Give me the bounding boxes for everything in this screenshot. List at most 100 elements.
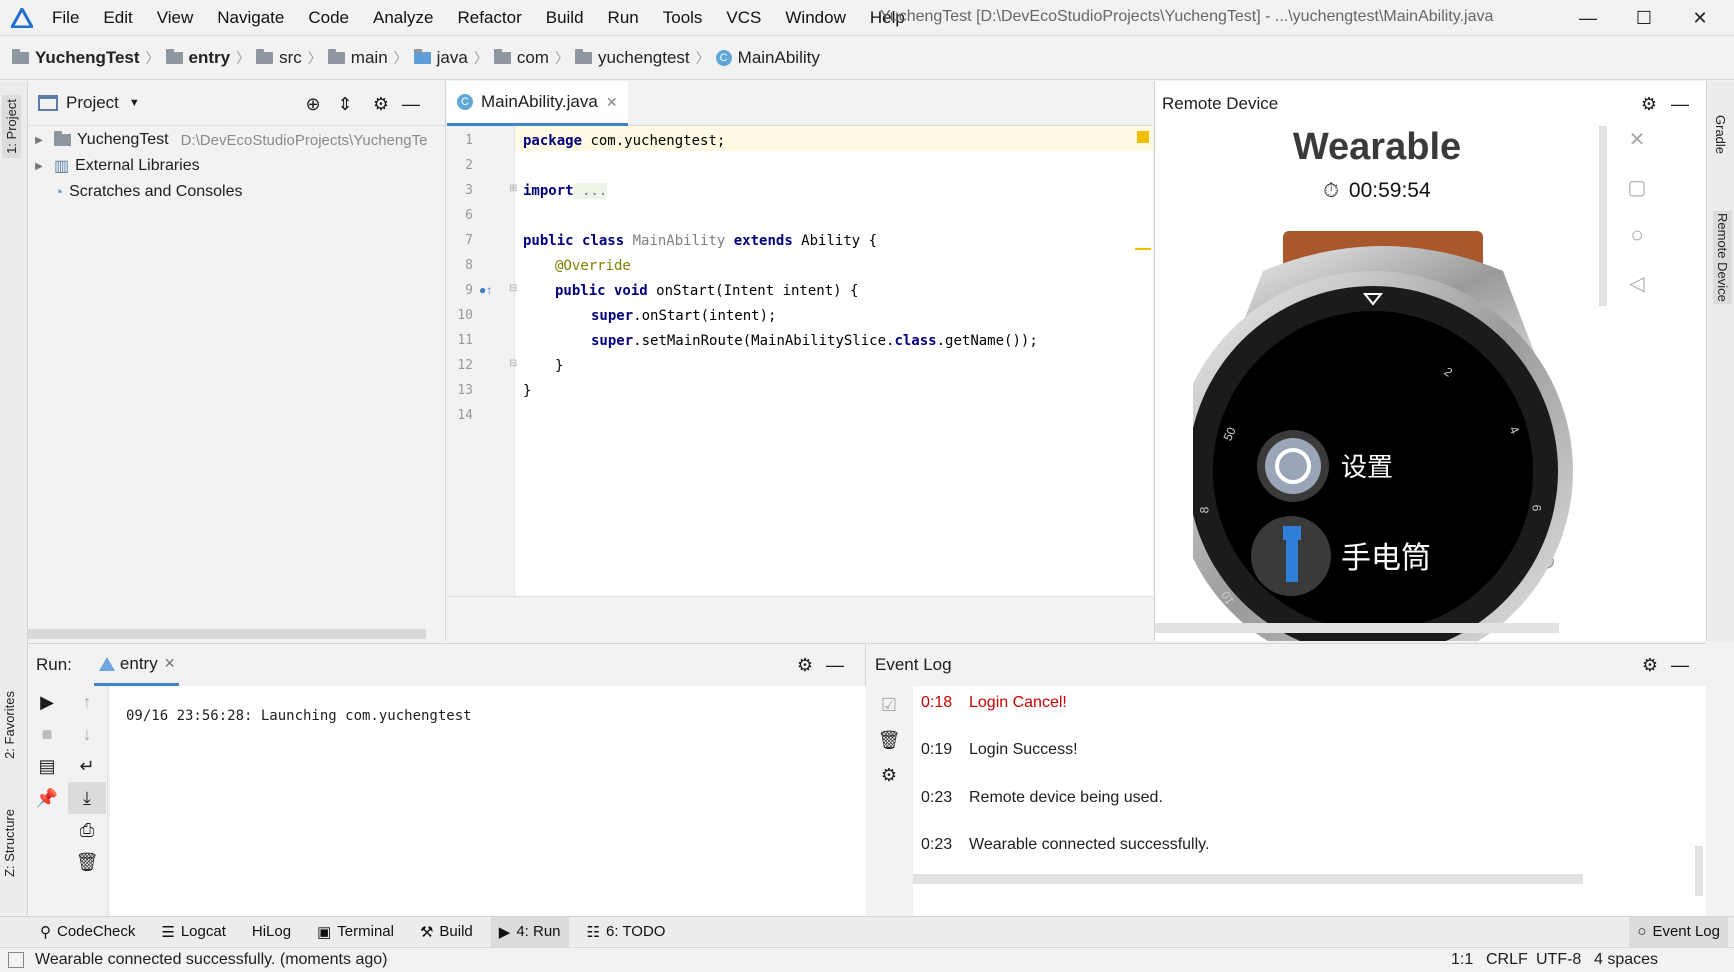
watch-emulator[interactable]: 设置 手电筒 2 4 6 50 8 10 (1193, 231, 1573, 641)
settings-icon[interactable]: ⚙ (1638, 93, 1660, 115)
caret-position[interactable]: 1:1 (1451, 951, 1473, 969)
menu-tools[interactable]: Tools (663, 8, 703, 28)
warning-stripe[interactable] (1135, 248, 1151, 250)
close-window-icon[interactable]: ✕ (1672, 0, 1728, 36)
run-tab-entry[interactable]: entry ✕ (93, 644, 180, 686)
log-entry[interactable]: 0:18 Login Cancel! (921, 694, 1067, 712)
menu-code[interactable]: Code (308, 8, 349, 28)
close-tab-icon[interactable]: ✕ (606, 94, 618, 111)
hide-panel-icon[interactable]: — (400, 93, 422, 115)
layout-icon[interactable]: ▤ (28, 750, 66, 782)
tool-tab-hilog[interactable]: HiLog (244, 917, 299, 947)
app-flashlight-label[interactable]: 手电筒 (1341, 533, 1431, 577)
chevron-right-icon[interactable]: ▶ (28, 135, 50, 146)
inspection-status-icon[interactable] (1137, 131, 1149, 143)
menu-vcs[interactable]: VCS (726, 8, 761, 28)
tool-tab-gradle[interactable]: Gradle (1713, 115, 1728, 154)
app-settings-label[interactable]: 设置 (1341, 447, 1393, 484)
soft-wrap-icon[interactable]: ↵ (68, 750, 106, 782)
settings-icon[interactable]: ⚙ (867, 756, 911, 794)
collapse-all-icon[interactable]: ⇕ (334, 93, 356, 115)
settings-icon[interactable]: ⚙ (370, 93, 392, 115)
scroll-to-end-icon[interactable]: ⤓ (68, 782, 106, 814)
print-icon[interactable]: ⎙ (68, 814, 106, 846)
crumb-mainability[interactable]: C MainAbility (715, 48, 820, 68)
menu-analyze[interactable]: Analyze (373, 8, 433, 28)
status-message[interactable]: Wearable connected successfully. (moment… (35, 951, 387, 969)
menu-refactor[interactable]: Refactor (457, 8, 521, 28)
tool-tab-remote-device[interactable]: Remote Device (1713, 211, 1732, 304)
settings-icon[interactable]: ⚙ (794, 654, 816, 676)
code-line-11[interactable]: super.setMainRoute(MainAbilitySlice.clas… (591, 333, 1038, 349)
vertical-scrollbar[interactable] (1695, 846, 1703, 896)
file-encoding[interactable]: UTF-8 (1536, 951, 1581, 969)
menu-file[interactable]: File (52, 8, 79, 28)
log-entry[interactable]: 0:19 Login Success! (921, 741, 1078, 759)
pin-icon[interactable]: 📌 (28, 782, 66, 814)
crumb-entry[interactable]: entry 〉 (165, 48, 250, 68)
crumb-src[interactable]: src 〉 (256, 48, 322, 68)
menu-run[interactable]: Run (608, 8, 639, 28)
console-output[interactable]: 09/16 23:56:28: Launching com.yuchengtes… (110, 686, 866, 916)
fold-icon[interactable]: ⊟ (509, 283, 517, 294)
hide-panel-icon[interactable]: — (1669, 93, 1691, 115)
tool-tab-build[interactable]: ⚒ Build (412, 917, 481, 947)
fold-icon[interactable]: ⊟ (509, 358, 517, 369)
code-line-13[interactable]: } (523, 383, 531, 399)
crumb-project[interactable]: YuchengTest 〉 (12, 48, 160, 68)
back-icon[interactable]: ◁ (1623, 269, 1651, 297)
close-icon[interactable]: ✕ (1623, 125, 1651, 153)
override-marker-icon[interactable]: ●↑ (479, 283, 492, 297)
event-log-list[interactable]: 0:18 Login Cancel! 0:19 Login Success! 0:2… (913, 686, 1706, 916)
settings-icon[interactable] (1249, 453, 1267, 471)
fold-icon[interactable]: ⊞ (509, 183, 517, 194)
horizontal-scrollbar[interactable] (28, 629, 426, 639)
menu-edit[interactable]: Edit (103, 8, 132, 28)
tool-tab-logcat[interactable]: ☰ Logcat (153, 917, 234, 947)
code-line-3[interactable]: import ... (523, 183, 608, 199)
crumb-main[interactable]: main 〉 (327, 48, 408, 68)
chevron-right-icon[interactable]: ▶ (28, 161, 50, 172)
minimize-icon[interactable]: — (1560, 0, 1616, 36)
horizontal-scrollbar[interactable] (913, 874, 1583, 884)
code-line-12[interactable]: } (555, 358, 563, 374)
locate-icon[interactable]: ⊕ (302, 93, 324, 115)
project-view-select[interactable]: Project (66, 93, 119, 113)
log-entry[interactable]: 0:23 Remote device being used. (921, 789, 1163, 807)
code-line-7[interactable]: public class MainAbility extends Ability… (523, 233, 877, 249)
recent-apps-icon[interactable]: ▢ (1623, 173, 1651, 201)
line-separator[interactable]: CRLF (1486, 951, 1528, 969)
tool-tab-favorites[interactable]: 2: Favorites (2, 691, 17, 759)
menu-navigate[interactable]: Navigate (217, 8, 284, 28)
code-line-10[interactable]: super.onStart(intent); (591, 308, 776, 324)
code-line-1[interactable]: package com.yuchengtest; (523, 133, 725, 149)
tree-item[interactable]: ▶ ▥ External Libraries (28, 153, 446, 179)
menu-view[interactable]: View (157, 8, 194, 28)
trash-icon[interactable]: 🗑 (867, 724, 911, 756)
crumb-com[interactable]: com 〉 (493, 48, 569, 68)
flashlight-icon[interactable] (1251, 543, 1269, 561)
arrow-up-icon[interactable]: ↑ (68, 686, 106, 718)
mark-read-icon[interactable]: ☑ (867, 686, 911, 724)
crumb-java[interactable]: java 〉 (413, 48, 488, 68)
tool-tab-run[interactable]: ▶ 4: Run (490, 916, 569, 947)
rerun-icon[interactable]: ▶ (28, 686, 66, 718)
tree-item[interactable]: ◔ Scratches and Consoles (28, 179, 446, 205)
chevron-down-icon[interactable]: ▼ (129, 97, 140, 109)
stop-icon[interactable]: ■ (28, 718, 66, 750)
menu-build[interactable]: Build (546, 8, 584, 28)
hide-panel-icon[interactable]: — (1669, 654, 1691, 676)
trash-icon[interactable]: 🗑 (68, 846, 106, 878)
tool-tab-event-log[interactable]: ○ Event Log (1629, 916, 1728, 947)
layout-toggle-icon[interactable] (8, 952, 24, 968)
tool-tab-todo[interactable]: ☷ 6: TODO (579, 917, 674, 947)
arrow-down-icon[interactable]: ↓ (68, 718, 106, 750)
hide-panel-icon[interactable]: — (824, 654, 846, 676)
tool-tab-terminal[interactable]: ▣ Terminal (309, 917, 402, 947)
maximize-icon[interactable]: ☐ (1616, 0, 1672, 36)
log-entry[interactable]: 0:23 Wearable connected successfully. (921, 836, 1209, 854)
code-line-8[interactable]: @Override (555, 258, 631, 274)
horizontal-scrollbar[interactable] (1155, 623, 1559, 633)
settings-icon[interactable]: ⚙ (1639, 654, 1661, 676)
tab-mainability-java[interactable]: C MainAbility.java ✕ (447, 81, 628, 126)
